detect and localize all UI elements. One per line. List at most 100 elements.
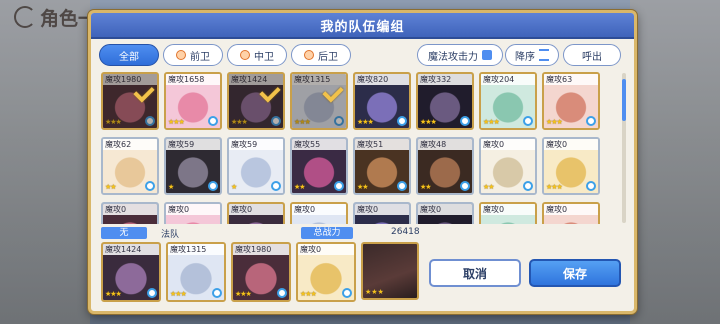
roster-card[interactable]: 魔攻0 xyxy=(101,202,159,224)
tab-middle[interactable]: 中卫 xyxy=(227,44,287,66)
rank-ring-icon xyxy=(397,181,407,191)
power-caption: 魔攻0 xyxy=(166,204,220,215)
roster-card[interactable]: 魔攻1424 ★★★ xyxy=(227,72,285,130)
total-power-label: 总战力 xyxy=(301,227,353,239)
star-rating: ★★★ xyxy=(235,290,252,298)
party-slot-card[interactable]: 魔攻1424 ★★★ xyxy=(101,242,161,302)
star-rating: ★★★ xyxy=(357,118,374,126)
dialog-title-bar: 我的队伍编组 xyxy=(91,13,634,39)
power-caption: 魔攻0 xyxy=(481,204,535,215)
star-rating: ★ xyxy=(168,183,174,191)
cancel-label: 取消 xyxy=(462,266,487,281)
roster-card[interactable]: 魔攻0 ★★ xyxy=(479,137,537,195)
background-left-panel xyxy=(0,0,90,324)
roster-card[interactable]: 魔攻0 xyxy=(416,202,474,224)
rank-ring-icon xyxy=(212,288,222,298)
rank-ring-icon xyxy=(342,288,352,298)
scrollbar-thumb[interactable] xyxy=(622,79,626,121)
power-caption: 魔攻1658 xyxy=(166,74,220,85)
roster-card[interactable]: 魔攻63 ★★★ xyxy=(542,72,600,130)
power-caption: 魔攻1424 xyxy=(103,244,159,255)
roster-card[interactable]: 魔攻55 ★★ xyxy=(290,137,348,195)
back-position-icon xyxy=(304,50,314,60)
current-party-slots: 魔攻1424 ★★★ 魔攻1315 ★★★ 魔攻1980 ★★★ 魔攻0 ★★★ ★★★ xyxy=(101,242,426,304)
roster-card[interactable]: 魔攻0 xyxy=(290,202,348,224)
power-caption: 魔攻0 xyxy=(544,139,598,150)
rank-ring-icon xyxy=(586,116,596,126)
roster-card[interactable]: 魔攻1315 ★★★ xyxy=(290,72,348,130)
roster-card[interactable]: 魔攻59 ★ xyxy=(164,137,222,195)
tab-back[interactable]: 后卫 xyxy=(291,44,351,66)
star-rating: ★★ xyxy=(357,183,369,191)
party-slot-card[interactable]: 魔攻1315 ★★★ xyxy=(166,242,226,302)
party-slot-card[interactable]: 魔攻0 ★★★ xyxy=(296,242,356,302)
star-rating: ★★★ xyxy=(105,290,122,298)
power-caption: 魔攻51 xyxy=(355,139,409,150)
recall-label: 呼出 xyxy=(582,51,602,63)
star-rating: ★★ xyxy=(483,183,495,191)
tab-label: 全部 xyxy=(119,51,139,63)
star-rating: ★★★ xyxy=(483,118,500,126)
party-name: 法队 xyxy=(161,230,180,240)
power-caption: 魔攻332 xyxy=(418,74,472,85)
party-slot-card[interactable]: 魔攻1980 ★★★ xyxy=(231,242,291,302)
roster-card[interactable]: 魔攻204 ★★★ xyxy=(479,72,537,130)
rank-ring-icon xyxy=(523,116,533,126)
total-power-value: 26418 xyxy=(391,227,420,237)
rank-ring-icon xyxy=(334,181,344,191)
power-caption: 魔攻1980 xyxy=(233,244,289,255)
save-button[interactable]: 保存 xyxy=(529,259,621,287)
tab-front[interactable]: 前卫 xyxy=(163,44,223,66)
tab-label: 后卫 xyxy=(318,51,338,63)
rank-ring-icon xyxy=(460,181,470,191)
roster-card[interactable]: 魔攻1658 ★★★ xyxy=(164,72,222,130)
team-edit-dialog: 我的队伍编组 全部 前卫 中卫 后卫 魔法攻击力 降序 呼出 魔攻1980 ★★★… xyxy=(88,10,637,314)
selected-overlay xyxy=(103,74,157,128)
roster-card[interactable]: 魔攻62 ★★ xyxy=(101,137,159,195)
sort-label: 魔法攻击力 xyxy=(428,51,478,63)
power-caption: 魔攻0 xyxy=(481,139,535,150)
rank-ring-icon xyxy=(208,181,218,191)
roster-card[interactable]: 魔攻0 xyxy=(542,202,600,224)
sort-order-button[interactable]: 降序 xyxy=(505,44,559,66)
selected-overlay xyxy=(292,74,346,128)
star-rating: ★★ xyxy=(294,183,306,191)
power-caption: 魔攻63 xyxy=(544,74,598,85)
power-caption: 魔攻0 xyxy=(298,244,354,255)
background-right-panel xyxy=(630,0,720,324)
roster-card[interactable]: 魔攻0 xyxy=(353,202,411,224)
position-filter-tabs: 全部 前卫 中卫 后卫 xyxy=(99,44,355,66)
selected-overlay xyxy=(229,74,283,128)
roster-card[interactable]: 魔攻59 ★ xyxy=(227,137,285,195)
tab-label: 前卫 xyxy=(190,51,210,63)
power-caption: 魔攻0 xyxy=(544,204,598,215)
star-rating: ★★★ xyxy=(300,290,317,298)
sort-order-icon xyxy=(539,49,549,61)
roster-card[interactable]: 魔攻820 ★★★ xyxy=(353,72,411,130)
roster-card[interactable]: 魔攻51 ★★ xyxy=(353,137,411,195)
party-slot-card[interactable]: ★★★ xyxy=(361,242,419,300)
tab-all[interactable]: 全部 xyxy=(99,44,159,66)
power-caption: 魔攻59 xyxy=(166,139,220,150)
front-position-icon xyxy=(176,50,186,60)
order-label: 降序 xyxy=(515,51,535,63)
roster-card[interactable]: 魔攻0 xyxy=(164,202,222,224)
rank-ring-icon xyxy=(397,116,407,126)
cancel-button[interactable]: 取消 xyxy=(429,259,521,287)
roster-card[interactable]: 魔攻0 xyxy=(227,202,285,224)
sort-by-button[interactable]: 魔法攻击力 xyxy=(417,44,503,66)
roster-card[interactable]: 魔攻0 ★★★ xyxy=(542,137,600,195)
roster-card[interactable]: 魔攻1980 ★★★ xyxy=(101,72,159,130)
swirl-icon xyxy=(14,6,36,28)
roster-card[interactable]: 魔攻0 xyxy=(479,202,537,224)
rank-ring-icon xyxy=(277,288,287,298)
tab-label: 中卫 xyxy=(254,51,274,63)
roster-scrollbar[interactable] xyxy=(622,73,626,223)
star-rating: ★★ xyxy=(420,183,432,191)
roster-card[interactable]: 魔攻332 ★★★ xyxy=(416,72,474,130)
roster-card[interactable]: 魔攻48 ★★ xyxy=(416,137,474,195)
power-caption: 魔攻0 xyxy=(229,204,283,215)
party-type-tag: 无 xyxy=(101,227,147,239)
star-rating: ★★★ xyxy=(365,288,384,296)
recall-button[interactable]: 呼出 xyxy=(563,44,621,66)
